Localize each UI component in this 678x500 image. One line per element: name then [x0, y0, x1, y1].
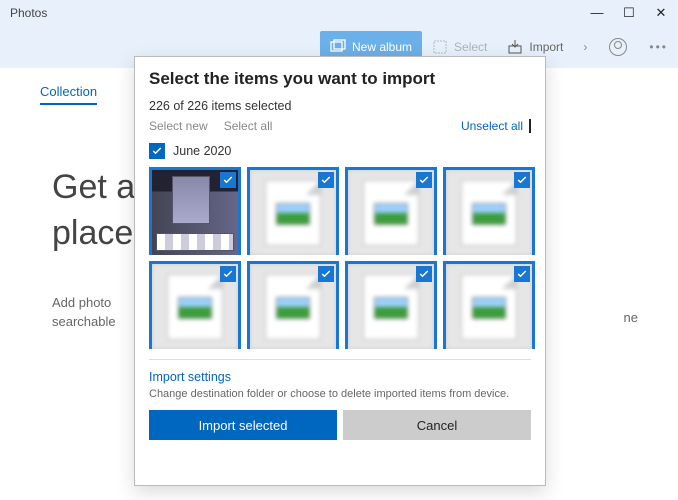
selection-controls: Select new Select all Unselect all — [149, 119, 531, 133]
chevron-right-icon[interactable]: › — [573, 40, 597, 54]
maximize-button[interactable]: ☐ — [622, 5, 636, 21]
window-controls: — ☐ ✕ — [590, 5, 668, 21]
selected-check-icon — [514, 266, 530, 282]
date-group-row[interactable]: June 2020 — [149, 143, 531, 159]
tab-collection[interactable]: Collection — [40, 84, 97, 105]
import-settings-help: Change destination folder or choose to d… — [149, 388, 531, 400]
profile-icon[interactable] — [609, 38, 627, 56]
thumbnail-grid — [149, 167, 531, 349]
import-selected-button[interactable]: Import selected — [149, 410, 337, 440]
date-group-checkbox[interactable] — [149, 143, 165, 159]
close-button[interactable]: ✕ — [654, 5, 668, 21]
select-label: Select — [454, 40, 487, 54]
minimize-button[interactable]: — — [590, 5, 604, 21]
selected-check-icon — [514, 172, 530, 188]
more-icon[interactable]: ••• — [639, 40, 678, 54]
thumbnail[interactable] — [345, 261, 437, 349]
background-text-right: ne — [624, 310, 638, 325]
selected-check-icon — [416, 266, 432, 282]
selection-count: 226 of 226 items selected — [149, 99, 531, 113]
import-settings-section: Import settings Change destination folde… — [149, 359, 531, 400]
selected-check-icon — [416, 172, 432, 188]
select-icon — [432, 39, 448, 55]
thumbnail[interactable] — [345, 167, 437, 255]
unselect-all-link[interactable]: Unselect all — [461, 119, 523, 133]
select-new-link[interactable]: Select new — [149, 119, 208, 133]
thumbnail[interactable] — [149, 261, 241, 349]
window-title: Photos — [10, 6, 590, 20]
selected-check-icon — [318, 172, 334, 188]
import-label: Import — [529, 40, 563, 54]
date-group-label: June 2020 — [173, 144, 231, 158]
titlebar: Photos — ☐ ✕ — [0, 0, 678, 26]
dialog-title: Select the items you want to import — [149, 69, 531, 89]
thumbnail[interactable] — [443, 167, 535, 255]
selected-check-icon — [220, 266, 236, 282]
cancel-button[interactable]: Cancel — [343, 410, 531, 440]
import-dialog: Select the items you want to import 226 … — [134, 56, 546, 486]
new-album-label: New album — [352, 40, 412, 54]
new-album-icon — [330, 39, 346, 55]
thumbnail[interactable] — [247, 261, 339, 349]
selected-check-icon — [318, 266, 334, 282]
thumbnail[interactable] — [247, 167, 339, 255]
select-all-link[interactable]: Select all — [224, 119, 273, 133]
import-settings-link[interactable]: Import settings — [149, 370, 231, 384]
selected-check-icon — [220, 172, 236, 188]
import-icon — [507, 39, 523, 55]
dialog-buttons: Import selected Cancel — [149, 410, 531, 440]
thumbnail[interactable] — [443, 261, 535, 349]
thumbnail[interactable] — [149, 167, 241, 255]
check-icon — [151, 145, 163, 157]
